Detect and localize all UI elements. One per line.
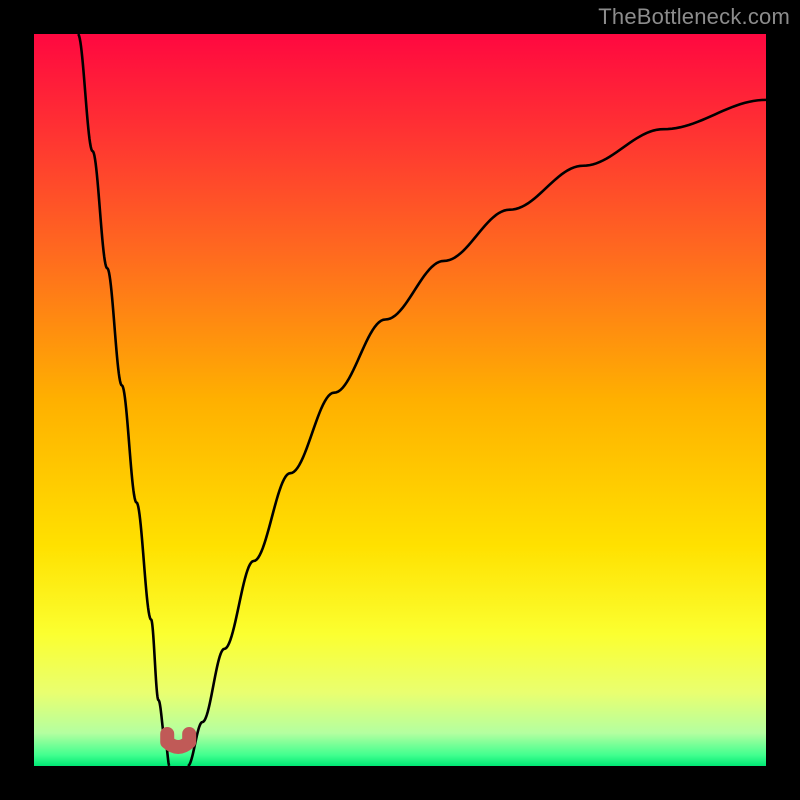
plot-svg (34, 34, 766, 766)
outer-frame: TheBottleneck.com (0, 0, 800, 800)
plot-area (34, 34, 766, 766)
gradient-background (34, 34, 766, 766)
watermark-text: TheBottleneck.com (598, 4, 790, 30)
